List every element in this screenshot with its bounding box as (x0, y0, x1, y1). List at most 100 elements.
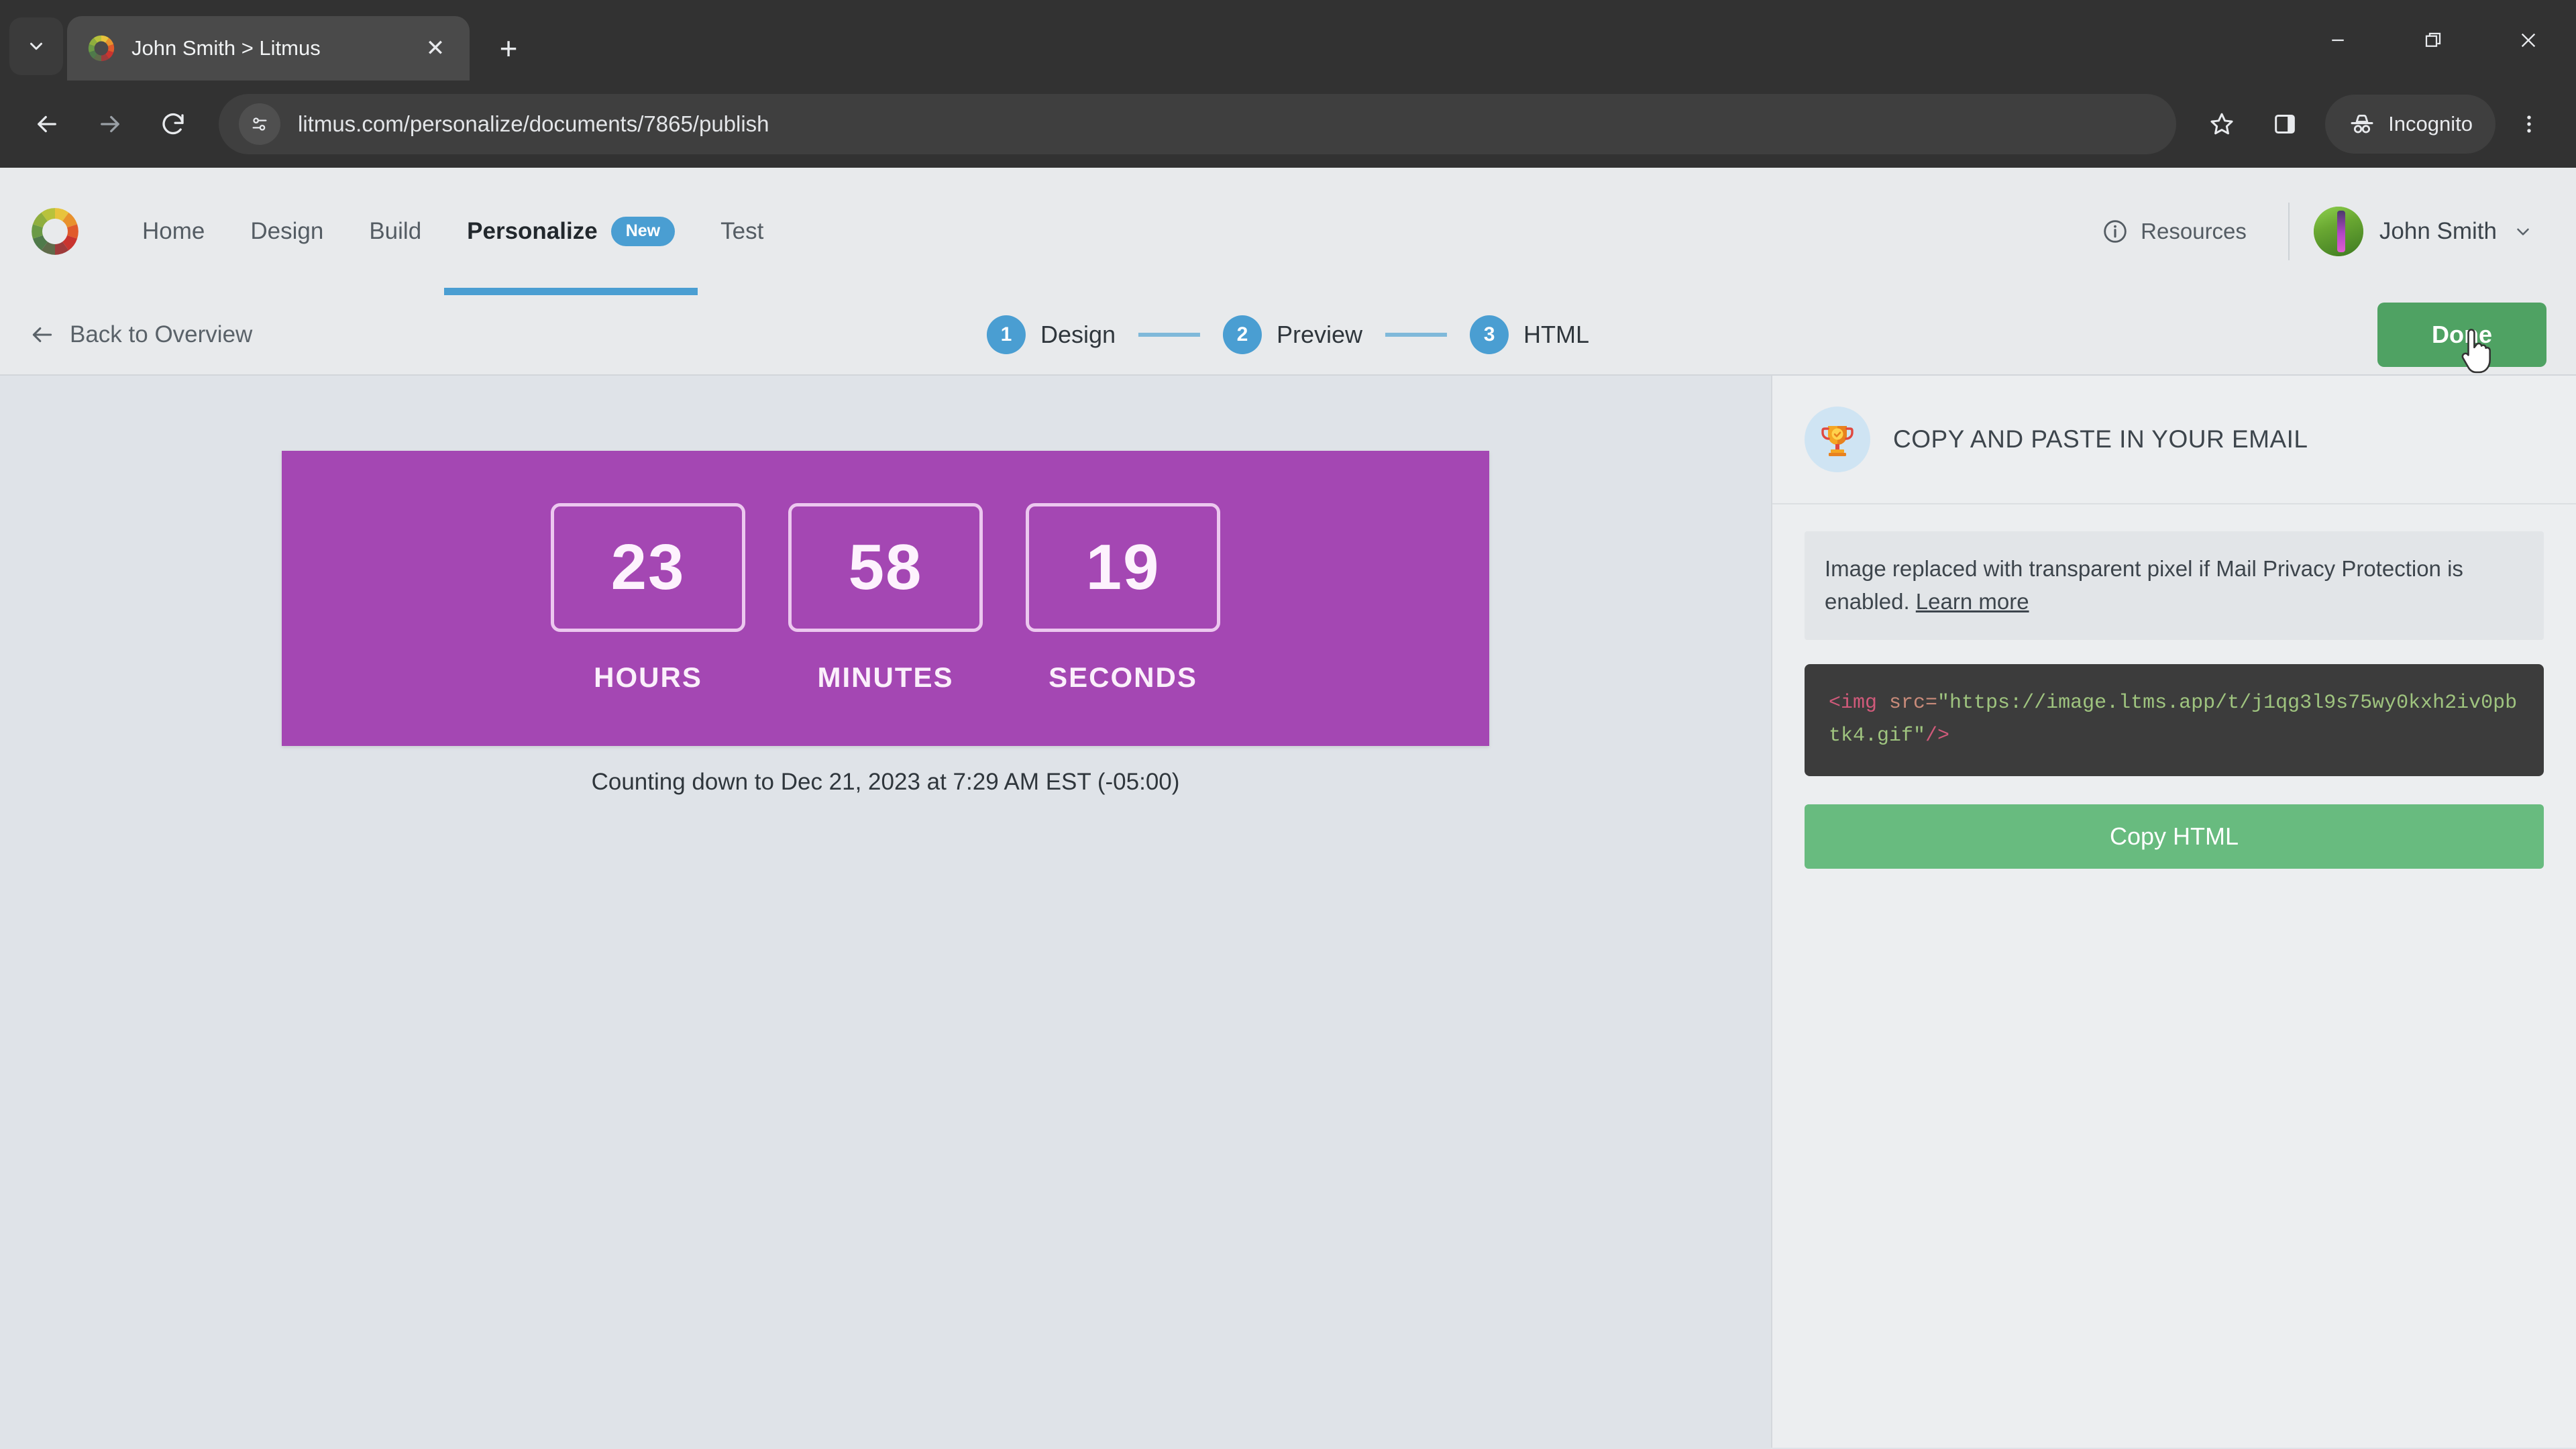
info-circle-icon (2104, 220, 2127, 243)
litmus-color-wheel-icon (88, 35, 115, 62)
resources-label: Resources (2141, 219, 2247, 244)
three-dot-menu-icon (2527, 115, 2531, 133)
countdown-unit-seconds: 19 SECONDS (1026, 503, 1220, 694)
step-label: Preview (1277, 321, 1363, 348)
done-button[interactable]: Done (2377, 303, 2546, 374)
nav-item-personalize[interactable]: Personalize New (444, 168, 698, 295)
chevron-down-icon (2517, 228, 2529, 235)
header-divider (2288, 203, 2290, 260)
nav-label: Personalize (467, 218, 598, 244)
close-button[interactable] (2481, 0, 2576, 80)
minimize-button[interactable] (2290, 0, 2385, 80)
html-snippet-code[interactable]: <img src="https://image.ltms.app/t/j1qg3… (1805, 663, 2544, 777)
app-header: Home Design Build Personalize New Test R… (0, 168, 2576, 295)
learn-more-link[interactable]: Learn more (1916, 589, 2029, 614)
done-label: Done (2432, 321, 2492, 348)
back-to-overview-label: Back to Overview (70, 321, 253, 347)
chevron-down-icon (30, 42, 42, 50)
step-connector (1138, 333, 1201, 337)
reload-icon (162, 113, 184, 135)
restore-icon (2425, 32, 2441, 47)
countdown-caption: Counting down to Dec 21, 2023 at 7:29 AM… (591, 769, 1180, 795)
countdown-seconds-box: 19 (1026, 503, 1220, 632)
nav-label: Design (250, 218, 324, 244)
nav-badge-new: New (610, 217, 676, 246)
address-bar-url: litmus.com/personalize/documents/7865/pu… (298, 111, 769, 136)
countdown-unit-hours: 23 HOURS (551, 503, 745, 694)
browser-menu-button[interactable] (2500, 95, 2559, 154)
incognito-indicator[interactable]: Incognito (2325, 95, 2496, 154)
star-icon (2210, 113, 2233, 135)
main-content: 23 HOURS 58 MINUTES 19 SECONDS Counting … (0, 376, 2576, 1448)
main-nav: Home Design Build Personalize New Test (119, 168, 786, 295)
resources-button[interactable]: Resources (2084, 218, 2264, 245)
litmus-logo-icon[interactable] (30, 206, 80, 257)
nav-label: Test (720, 218, 764, 244)
site-settings-icon (252, 117, 267, 131)
countdown-minutes-label: MINUTES (817, 661, 954, 693)
countdown-seconds-value: 19 (1085, 531, 1161, 603)
countdown-unit-minutes: 58 MINUTES (788, 503, 983, 694)
wizard-bar: Back to Overview 1 Design 2 Preview 3 HT… (0, 295, 2576, 376)
close-icon (2521, 33, 2536, 48)
countdown-minutes-box: 58 (788, 503, 983, 632)
copy-html-label: Copy HTML (2109, 822, 2239, 851)
back-to-overview-button[interactable]: Back to Overview (30, 321, 252, 348)
trophy-icon-container (1805, 407, 1870, 472)
countdown-hours-value: 23 (610, 531, 686, 603)
wizard-step-design[interactable]: 1 Design (986, 315, 1116, 354)
back-arrow-icon (38, 115, 56, 133)
copy-paste-panel: COPY AND PASTE IN YOUR EMAIL Image repla… (1771, 376, 2576, 1448)
panel-title: COPY AND PASTE IN YOUR EMAIL (1893, 425, 2308, 453)
step-number: 1 (986, 315, 1026, 354)
avatar (2313, 207, 2363, 256)
arrow-left-icon (32, 327, 52, 343)
code-tag-open: <img (1829, 691, 1878, 714)
step-label: HTML (1523, 321, 1590, 348)
step-number: 2 (1223, 315, 1263, 354)
address-bar[interactable]: litmus.com/personalize/documents/7865/pu… (219, 94, 2177, 154)
site-settings-button[interactable] (239, 103, 280, 145)
step-number: 3 (1470, 315, 1509, 354)
countdown-preview: 23 HOURS 58 MINUTES 19 SECONDS Counting … (282, 451, 1489, 796)
tab-title: John Smith > Litmus (131, 36, 321, 60)
countdown-timer-image: 23 HOURS 58 MINUTES 19 SECONDS (282, 451, 1489, 746)
user-menu[interactable]: John Smith (2313, 207, 2546, 256)
browser-chrome: John Smith > Litmus ✕ + litmus.com/perso… (0, 0, 2576, 168)
side-panel-icon (2275, 115, 2296, 133)
new-tab-button[interactable]: + (484, 24, 533, 72)
code-tag-close: /> (1925, 724, 1950, 748)
browser-tab[interactable]: John Smith > Litmus ✕ (67, 16, 470, 80)
countdown-hours-box: 23 (551, 503, 745, 632)
countdown-seconds-label: SECONDS (1049, 661, 1197, 693)
tab-close-icon[interactable]: ✕ (420, 33, 451, 64)
bookmark-button[interactable] (2192, 95, 2251, 154)
countdown-units: 23 HOURS 58 MINUTES 19 SECONDS (551, 503, 1220, 694)
nav-item-design[interactable]: Design (227, 168, 346, 295)
panel-header: COPY AND PASTE IN YOUR EMAIL (1772, 376, 2576, 504)
panel-body: Image replaced with transparent pixel if… (1772, 504, 2576, 896)
wizard-step-preview[interactable]: 2 Preview (1223, 315, 1362, 354)
forward-button[interactable] (80, 95, 140, 154)
preview-canvas: 23 HOURS 58 MINUTES 19 SECONDS Counting … (0, 376, 1771, 1448)
wizard-steps: 1 Design 2 Preview 3 HTML (986, 315, 1589, 354)
incognito-label: Incognito (2388, 112, 2473, 136)
restore-button[interactable] (2385, 0, 2481, 80)
countdown-minutes-value: 58 (848, 531, 923, 603)
tab-strip: John Smith > Litmus ✕ + (0, 0, 2576, 80)
copy-html-button[interactable]: Copy HTML (1805, 804, 2544, 869)
wizard-step-html[interactable]: 3 HTML (1470, 315, 1589, 354)
countdown-hours-label: HOURS (594, 661, 702, 693)
nav-item-test[interactable]: Test (698, 168, 786, 295)
reload-button[interactable] (144, 95, 203, 154)
nav-item-home[interactable]: Home (119, 168, 227, 295)
side-panel-button[interactable] (2255, 95, 2314, 154)
tab-search-button[interactable] (9, 17, 63, 75)
incognito-hat-icon (2351, 115, 2373, 133)
back-button[interactable] (17, 95, 76, 154)
minimize-icon (2332, 39, 2344, 42)
nav-item-build[interactable]: Build (346, 168, 444, 295)
privacy-notice: Image replaced with transparent pixel if… (1805, 531, 2544, 640)
browser-toolbar: litmus.com/personalize/documents/7865/pu… (0, 80, 2576, 168)
user-name: John Smith (2379, 218, 2497, 244)
